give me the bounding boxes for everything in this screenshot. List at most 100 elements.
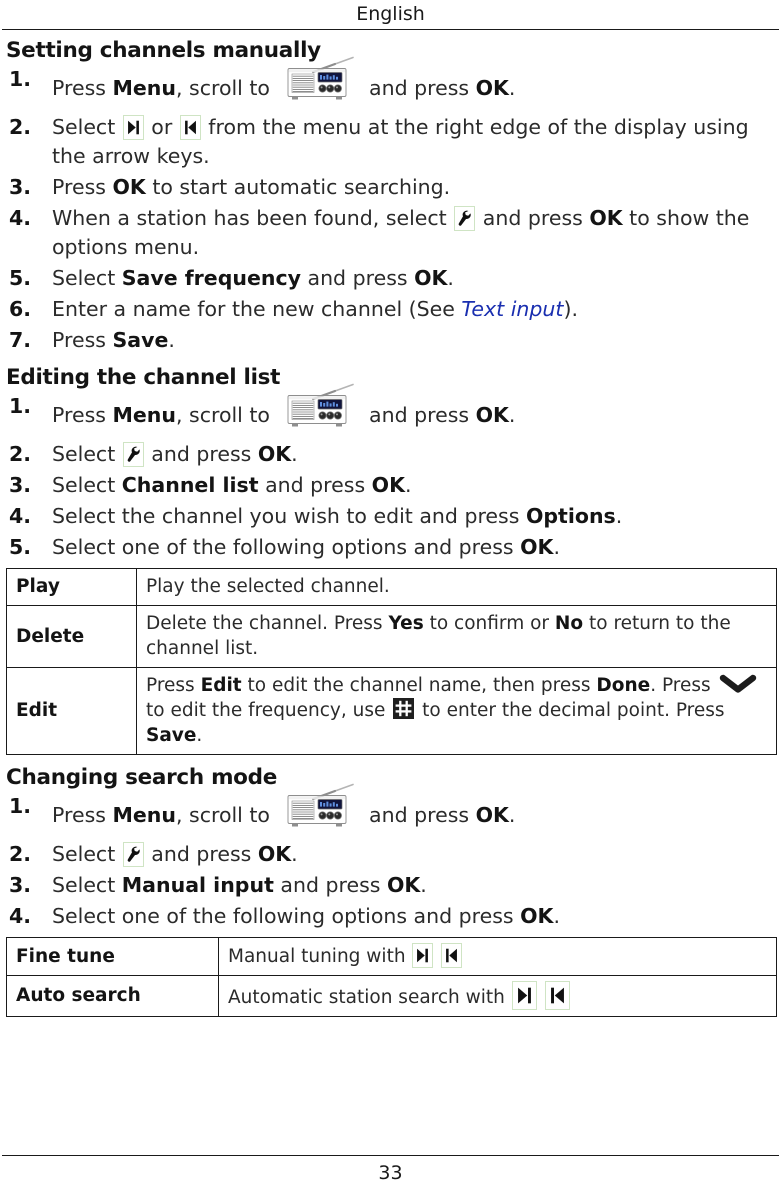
step-item: 2. Select or from the menu at the right e…	[6, 113, 777, 171]
step-number: 3.	[9, 873, 32, 897]
section-heading: Setting channels manually	[6, 38, 321, 63]
emphasis-text: Done	[596, 675, 651, 696]
emphasis-text: Manual input	[121, 873, 274, 897]
step-number: 1.	[9, 67, 32, 91]
body-text: Press	[146, 675, 201, 696]
table-row: Fine tune Manual tuning with	[6, 937, 777, 976]
wrench-icon	[122, 442, 144, 467]
step-item: 3. Select Channel list and press OK.	[6, 471, 777, 500]
body-text: and press	[144, 442, 258, 466]
body-text: .	[404, 473, 412, 497]
page-number: 33	[378, 1162, 403, 1184]
options-table: Play Play the selected channel. Delete Dele…	[6, 568, 777, 755]
skip-forward-icon	[412, 943, 434, 968]
step-number: 5.	[9, 535, 32, 559]
body-text: to start automatic searching.	[145, 175, 451, 199]
emphasis-text: Menu	[112, 803, 176, 827]
step-number: 5.	[9, 266, 32, 290]
options-table: Fine tune Manual tuning with Auto search A…	[6, 937, 777, 1017]
emphasis-text: Save	[112, 328, 169, 352]
wrench-icon	[122, 842, 144, 867]
step-item: 7. Press Save.	[6, 326, 777, 355]
body-text: Select	[52, 842, 122, 866]
body-text: to edit the frequency, use	[146, 700, 392, 721]
step-item: 3. Press OK to start automatic searching.	[6, 173, 777, 202]
step-item: 5. Select Save frequency and press OK.	[6, 264, 777, 293]
skip-forward-icon	[122, 115, 144, 140]
body-text: Select one of the following options and …	[52, 904, 521, 928]
option-name-cell: Play	[6, 568, 137, 606]
body-text: and press	[258, 473, 372, 497]
body-text	[538, 987, 544, 1008]
step-item: 4. Select the channel you wish to edit an…	[6, 502, 777, 531]
radio-icon	[283, 56, 357, 102]
option-name-cell: Auto search	[6, 975, 219, 1017]
body-text: .	[553, 904, 560, 928]
emphasis-text: OK	[386, 873, 421, 897]
option-name-cell: Fine tune	[6, 937, 219, 976]
emphasis-text: Menu	[112, 76, 176, 100]
step-number: 2.	[9, 115, 32, 139]
option-name-cell: Edit	[6, 667, 137, 755]
body-text: Play the selected channel.	[146, 576, 390, 597]
emphasis-text: OK	[414, 266, 448, 290]
body-text: Press	[52, 803, 113, 827]
emphasis-text: OK	[475, 403, 509, 427]
step-number: 7.	[9, 328, 32, 352]
body-text: , scroll to	[175, 803, 277, 827]
emphasis-text: Save frequency	[121, 266, 301, 290]
table-row: Play Play the selected channel.	[6, 568, 777, 606]
emphasis-text: OK	[371, 473, 405, 497]
step-list: 1. Press Menu, scroll to and press OK. 2…	[6, 383, 777, 562]
document-page: English Setting channels manually 1. Press…	[0, 0, 781, 1187]
body-text: Select the channel you wish to edit and …	[52, 504, 526, 528]
step-number: 6.	[9, 297, 32, 321]
header-rule	[2, 29, 779, 30]
step-item: 1. Press Menu, scroll to and press OK.	[6, 383, 777, 438]
page-footer: 33	[2, 1155, 779, 1187]
hash-key-icon	[393, 698, 415, 719]
option-description-cell: Automatic station search with	[218, 975, 777, 1017]
body-text: . Press	[650, 675, 717, 696]
body-text: .	[291, 842, 298, 866]
body-text: .	[447, 266, 454, 290]
body-text: .	[615, 504, 623, 528]
body-text: Select	[52, 266, 122, 290]
step-item: 2. Select and press OK.	[6, 440, 777, 469]
body-text: Select	[52, 873, 122, 897]
wrench-icon	[454, 206, 476, 231]
skip-back-icon	[441, 943, 463, 968]
body-text: Press	[52, 403, 113, 427]
option-description-cell: Play the selected channel.	[136, 568, 777, 606]
cross-reference-link[interactable]: Text input	[461, 297, 563, 321]
emphasis-text: OK	[520, 535, 554, 559]
emphasis-text: Yes	[388, 613, 424, 634]
table-row: Edit Press Edit to edit the channel name,…	[6, 667, 777, 755]
body-text: and press	[300, 266, 415, 290]
emphasis-text: OK	[257, 842, 292, 866]
emphasis-text: Menu	[112, 403, 176, 427]
emphasis-text: No	[554, 613, 584, 634]
body-text: or	[144, 115, 179, 139]
body-text: , scroll to	[175, 76, 277, 100]
body-text: When a station has been found, select	[52, 206, 454, 230]
skip-back-icon	[179, 115, 201, 140]
body-text: Enter a name for the new channel (See	[52, 297, 462, 321]
option-description-cell: Press Edit to edit the channel name, the…	[136, 667, 777, 755]
emphasis-text: Edit	[200, 675, 242, 696]
body-text: , scroll to	[175, 403, 277, 427]
table-row: Delete Delete the channel. Press Yes to c…	[6, 605, 777, 668]
running-head: English	[356, 3, 425, 25]
body-text: and press	[362, 803, 476, 827]
step-list: 1. Press Menu, scroll to and press OK. 2…	[6, 783, 777, 931]
step-number: 2.	[9, 442, 32, 466]
step-number: 3.	[9, 473, 32, 497]
body-text: .	[420, 873, 427, 897]
emphasis-text: Channel list	[121, 473, 259, 497]
body-text: to enter the decimal point. Press	[416, 700, 725, 721]
body-text: Delete the channel. Press	[146, 613, 389, 634]
body-text: and press	[362, 76, 476, 100]
body-text: .	[508, 76, 516, 100]
body-text: ).	[563, 297, 578, 321]
body-text: .	[508, 403, 516, 427]
